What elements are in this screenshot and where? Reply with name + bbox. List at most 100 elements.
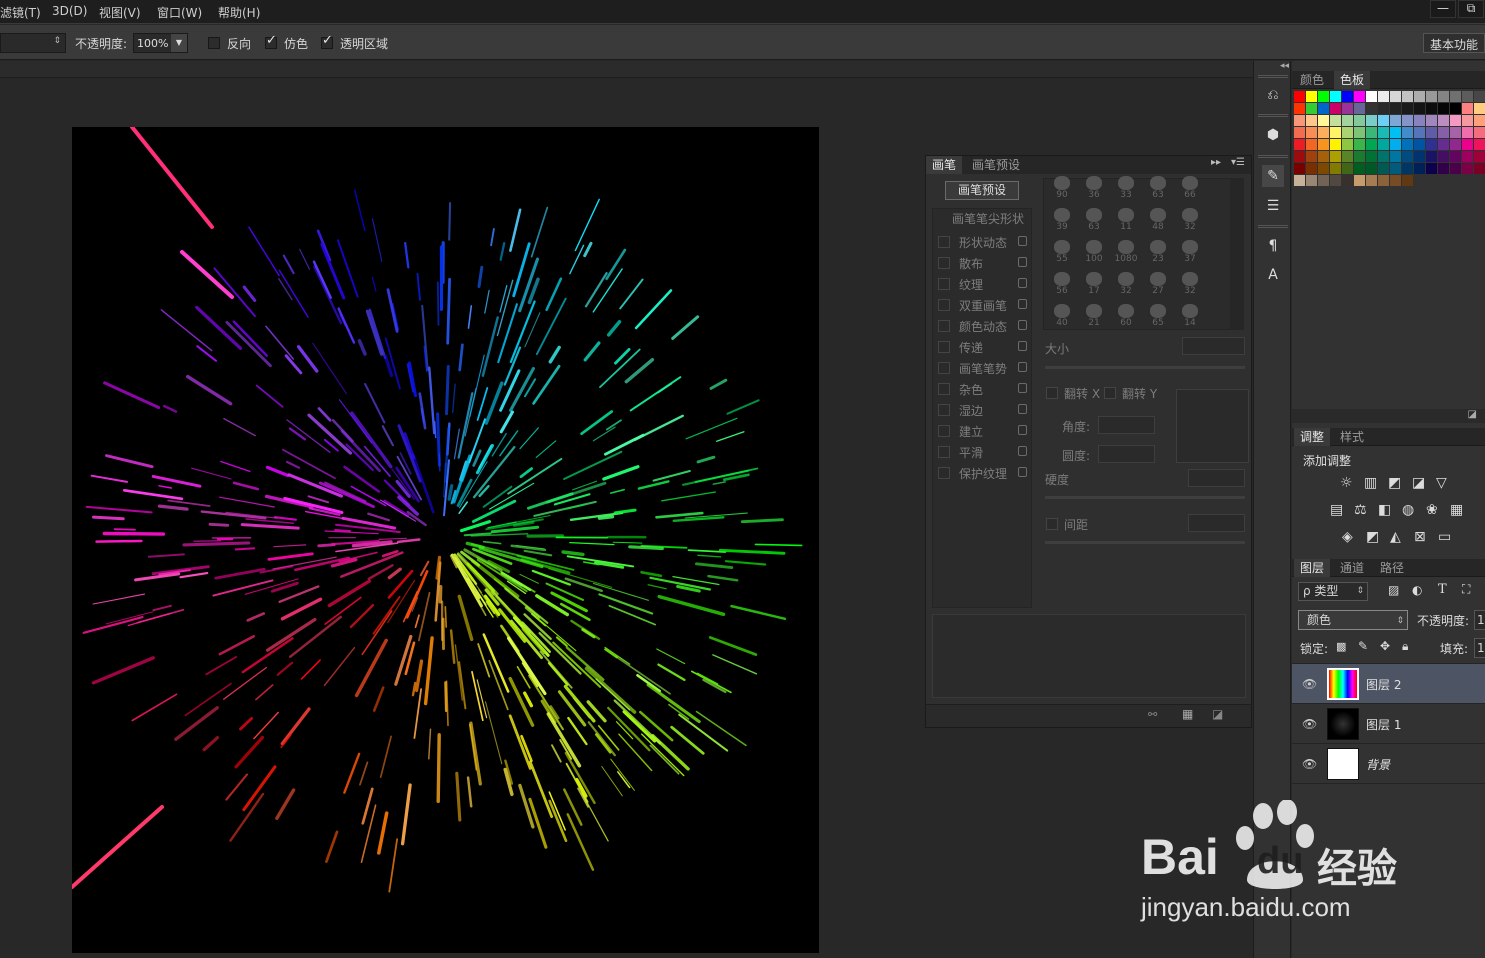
color-swatch[interactable] bbox=[1462, 91, 1473, 102]
spacing-checkbox[interactable] bbox=[1046, 518, 1058, 530]
color-swatch[interactable] bbox=[1438, 127, 1449, 138]
layer-filter-dropdown[interactable]: ρ 类型 ⇕ bbox=[1298, 582, 1368, 601]
color-swatch[interactable] bbox=[1402, 91, 1413, 102]
color-swatch[interactable] bbox=[1354, 139, 1365, 150]
workspace-button[interactable]: 基本功能 bbox=[1423, 33, 1485, 53]
color-swatch[interactable] bbox=[1294, 175, 1305, 186]
lock-paint-icon[interactable]: ✎ bbox=[1358, 639, 1368, 653]
color-swatch[interactable] bbox=[1414, 103, 1425, 114]
color-swatch[interactable] bbox=[1354, 127, 1365, 138]
curves-icon[interactable]: ◩ bbox=[1388, 475, 1401, 491]
brush-option-checkbox[interactable] bbox=[938, 299, 950, 311]
color-swatch[interactable] bbox=[1402, 163, 1413, 174]
color-swatch[interactable] bbox=[1462, 115, 1473, 126]
color-swatch[interactable] bbox=[1366, 139, 1377, 150]
brush-option-label[interactable]: 杂色 bbox=[959, 381, 983, 398]
lock-icon[interactable] bbox=[1018, 446, 1027, 456]
brush-panel-icon[interactable]: ✎ bbox=[1262, 165, 1284, 187]
color-swatch[interactable] bbox=[1402, 175, 1413, 186]
color-swatch[interactable] bbox=[1426, 127, 1437, 138]
color-swatch[interactable] bbox=[1306, 139, 1317, 150]
restore-button[interactable]: ⧉ bbox=[1458, 0, 1484, 18]
brush-option-checkbox[interactable] bbox=[938, 425, 950, 437]
color-swatch[interactable] bbox=[1390, 175, 1401, 186]
brush-option-label[interactable]: 纹理 bbox=[959, 276, 983, 293]
brush-option-row[interactable]: 保护纹理 bbox=[932, 463, 1030, 483]
color-swatch[interactable] bbox=[1366, 175, 1377, 186]
color-swatch[interactable] bbox=[1318, 151, 1329, 162]
tab-brush[interactable]: 画笔 bbox=[926, 156, 963, 174]
brush-option-row[interactable]: 形状动态 bbox=[932, 232, 1030, 252]
lock-icon[interactable] bbox=[1018, 362, 1027, 372]
color-swatch[interactable] bbox=[1330, 103, 1341, 114]
brush-option-row[interactable]: 双重画笔 bbox=[932, 295, 1030, 315]
color-swatch[interactable] bbox=[1342, 127, 1353, 138]
collapse-icon[interactable]: ▸▸ bbox=[1211, 157, 1221, 168]
lock-icon[interactable] bbox=[1018, 320, 1027, 330]
color-swatch[interactable] bbox=[1306, 103, 1317, 114]
panel-menu-icon[interactable]: ▾☰ bbox=[1231, 157, 1245, 168]
color-swatch[interactable] bbox=[1390, 139, 1401, 150]
posterize-icon[interactable]: ◩ bbox=[1366, 529, 1379, 545]
lock-transparent-icon[interactable]: ▩ bbox=[1336, 640, 1346, 653]
lock-icon[interactable] bbox=[1018, 236, 1027, 246]
opacity-input[interactable]: 100% ▼ bbox=[133, 33, 188, 53]
color-swatch[interactable] bbox=[1342, 115, 1353, 126]
layer-name[interactable]: 图层 2 bbox=[1366, 676, 1401, 693]
new-swatch-icon[interactable]: ◪ bbox=[1468, 409, 1477, 420]
brush-option-label[interactable]: 形状动态 bbox=[959, 234, 1007, 251]
color-lookup-icon[interactable]: ▦ bbox=[1450, 502, 1463, 518]
brush-option-label[interactable]: 建立 bbox=[959, 423, 983, 440]
brush-option-row[interactable]: 平滑 bbox=[932, 442, 1030, 462]
layer-row-2[interactable]: 👁︎ 图层 2 bbox=[1292, 664, 1485, 704]
tab-layers[interactable]: 图层 bbox=[1294, 559, 1331, 577]
color-swatch[interactable] bbox=[1474, 91, 1485, 102]
color-swatch[interactable] bbox=[1318, 127, 1329, 138]
color-swatch[interactable] bbox=[1402, 139, 1413, 150]
filter-pixel-icon[interactable]: ▨ bbox=[1388, 583, 1399, 597]
color-swatch[interactable] bbox=[1306, 127, 1317, 138]
color-swatch[interactable] bbox=[1474, 139, 1485, 150]
brush-tip-preset[interactable]: 32 bbox=[1175, 205, 1205, 235]
filter-adjust-icon[interactable]: ◐ bbox=[1412, 583, 1422, 597]
color-swatch[interactable] bbox=[1294, 103, 1305, 114]
brush-presets-icon[interactable]: ☰ bbox=[1262, 195, 1284, 217]
color-swatch[interactable] bbox=[1306, 175, 1317, 186]
color-swatch[interactable] bbox=[1318, 91, 1329, 102]
color-swatch[interactable] bbox=[1354, 103, 1365, 114]
color-swatch[interactable] bbox=[1366, 115, 1377, 126]
invert-icon[interactable]: ◈ bbox=[1342, 529, 1353, 545]
brush-tip-preset[interactable]: 17 bbox=[1079, 269, 1109, 299]
color-swatch[interactable] bbox=[1294, 115, 1305, 126]
color-swatch[interactable] bbox=[1414, 151, 1425, 162]
color-swatch[interactable] bbox=[1426, 103, 1437, 114]
color-swatch[interactable] bbox=[1462, 139, 1473, 150]
brush-tip-preset[interactable]: 63 bbox=[1079, 205, 1109, 235]
color-swatch[interactable] bbox=[1474, 103, 1485, 114]
brush-option-label[interactable]: 双重画笔 bbox=[959, 297, 1007, 314]
angle-preview[interactable] bbox=[1176, 389, 1249, 463]
color-swatch[interactable] bbox=[1426, 115, 1437, 126]
lock-icon[interactable] bbox=[1018, 467, 1027, 477]
brush-tip-preset[interactable]: 100 bbox=[1079, 237, 1109, 267]
filter-shape-icon[interactable]: ⛶ bbox=[1462, 582, 1470, 597]
document-canvas[interactable] bbox=[72, 127, 819, 953]
brush-option-checkbox[interactable] bbox=[938, 446, 950, 458]
color-swatch[interactable] bbox=[1390, 127, 1401, 138]
color-swatch[interactable] bbox=[1306, 151, 1317, 162]
color-swatch[interactable] bbox=[1378, 91, 1389, 102]
color-swatch[interactable] bbox=[1390, 163, 1401, 174]
brush-option-checkbox[interactable] bbox=[938, 257, 950, 269]
lock-all-icon[interactable]: 🔒︎ bbox=[1402, 639, 1408, 654]
brush-option-label[interactable]: 传递 bbox=[959, 339, 983, 356]
color-swatch[interactable] bbox=[1366, 91, 1377, 102]
brush-tip-preset[interactable]: 32 bbox=[1111, 269, 1141, 299]
color-swatch[interactable] bbox=[1450, 151, 1461, 162]
lock-icon[interactable] bbox=[1018, 257, 1027, 267]
lock-icon[interactable] bbox=[1018, 404, 1027, 414]
layer-name[interactable]: 背景 bbox=[1366, 756, 1390, 773]
tab-adjustments[interactable]: 调整 bbox=[1294, 428, 1331, 446]
brush-option-row[interactable]: 湿边 bbox=[932, 400, 1030, 420]
color-swatch[interactable] bbox=[1294, 139, 1305, 150]
color-swatch[interactable] bbox=[1354, 163, 1365, 174]
